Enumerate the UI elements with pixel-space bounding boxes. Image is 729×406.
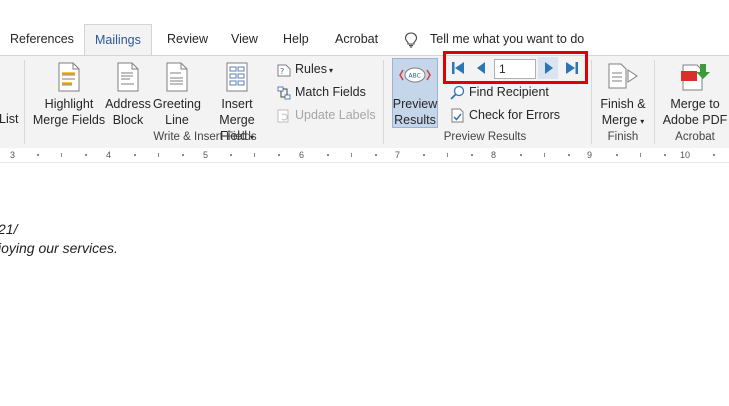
greeting-label-2: Line bbox=[165, 113, 189, 127]
ruler-number: 5 bbox=[203, 150, 209, 160]
preview-group-label: Preview Results bbox=[443, 131, 527, 143]
svg-text:?: ? bbox=[280, 67, 284, 76]
highlight-merge-fields-icon bbox=[58, 62, 80, 92]
tab-references[interactable]: References bbox=[10, 24, 74, 55]
ruler-number: 6 bbox=[299, 150, 305, 160]
ruler-tick bbox=[158, 153, 159, 157]
acrobat-group-label: Acrobat bbox=[675, 131, 715, 143]
check-errors-label: Check for Errors bbox=[469, 108, 560, 122]
ruler-number: 10 bbox=[680, 150, 691, 160]
ribbon-tab-bar: References Mailings Review View Help Acr… bbox=[0, 0, 729, 56]
update-labels-icon bbox=[277, 109, 289, 123]
document-area[interactable]: 21/ joying our services. bbox=[0, 163, 729, 406]
rules-icon: ? bbox=[277, 64, 291, 77]
match-fields-icon bbox=[277, 86, 291, 100]
ruler-tick bbox=[616, 154, 618, 156]
ruler-tick bbox=[351, 153, 352, 157]
ruler-tick bbox=[713, 154, 715, 156]
abc-glyph: ABC bbox=[409, 73, 421, 80]
check-errors-button[interactable]: Check for Errors bbox=[450, 106, 560, 124]
tab-mailings[interactable]: Mailings bbox=[84, 24, 152, 56]
finish-merge-button[interactable]: Finish & Merge ▾ bbox=[597, 96, 649, 130]
ruler-number: 9 bbox=[587, 150, 593, 160]
ruler-tick bbox=[37, 154, 39, 156]
tab-view[interactable]: View bbox=[231, 24, 258, 55]
ruler-tick bbox=[423, 154, 425, 156]
ruler-number: 8 bbox=[491, 150, 497, 160]
ribbon-panel: List Highlight Merge Fields Address Bloc… bbox=[0, 55, 729, 149]
insert-merge-field-icon bbox=[226, 62, 248, 92]
finish-label-2: Merge bbox=[601, 113, 638, 127]
ruler-tick bbox=[568, 154, 570, 156]
match-fields-button[interactable]: Match Fields bbox=[277, 83, 366, 101]
tab-review[interactable]: Review bbox=[167, 24, 208, 55]
match-fields-label: Match Fields bbox=[295, 85, 366, 99]
ruler-tick bbox=[254, 153, 255, 157]
find-recipient-icon bbox=[450, 86, 465, 100]
lightbulb-icon bbox=[404, 32, 418, 48]
ruler-tick bbox=[664, 154, 666, 156]
document-text-line-2: joying our services. bbox=[0, 240, 118, 256]
ruler-number: 4 bbox=[106, 150, 112, 160]
greeting-label-1: Greeting bbox=[153, 97, 201, 111]
rules-button[interactable]: ? Rules ▾ bbox=[277, 60, 333, 80]
preview-results-icon: ABC bbox=[399, 67, 431, 83]
ruler-tick bbox=[134, 154, 136, 156]
address-block-button[interactable]: Address Block bbox=[104, 96, 152, 128]
group-divider bbox=[654, 60, 655, 144]
highlight-label-2: Merge Fields bbox=[32, 113, 106, 127]
dropdown-arrow-icon: ▾ bbox=[328, 66, 333, 75]
update-labels-button[interactable]: Update Labels bbox=[277, 106, 376, 124]
preview-results-button[interactable]: ABC Preview Results bbox=[392, 58, 438, 128]
group-divider bbox=[591, 60, 592, 144]
ruler-tick bbox=[520, 154, 522, 156]
ruler-tick bbox=[85, 154, 87, 156]
find-recipient-label: Find Recipient bbox=[469, 85, 549, 99]
ruler-tick bbox=[230, 154, 232, 156]
finish-merge-icon bbox=[608, 63, 638, 89]
ruler-tick bbox=[61, 153, 62, 157]
ruler-tick bbox=[471, 154, 473, 156]
ruler-tick bbox=[640, 153, 641, 157]
ruler-tick bbox=[447, 153, 448, 157]
merge-to-adobe-pdf-button[interactable]: Merge to Adobe PDF bbox=[662, 96, 728, 128]
insert-merge-label-1: Insert Merge bbox=[219, 97, 255, 127]
address-label-1: Address bbox=[105, 97, 151, 111]
greeting-line-icon bbox=[166, 62, 188, 92]
group-divider bbox=[383, 60, 384, 144]
merge-pdf-label-1: Merge to bbox=[670, 97, 720, 111]
address-label-2: Block bbox=[112, 113, 144, 127]
preview-label-1: Preview bbox=[392, 97, 438, 111]
find-recipient-button[interactable]: Find Recipient bbox=[450, 83, 549, 101]
ruler-tick bbox=[182, 154, 184, 156]
ruler-number: 7 bbox=[395, 150, 401, 160]
list-fragment-label[interactable]: List bbox=[0, 111, 18, 127]
check-errors-icon bbox=[451, 108, 464, 123]
address-block-icon bbox=[117, 62, 139, 92]
preview-label-2: Results bbox=[394, 113, 436, 127]
update-labels-label: Update Labels bbox=[295, 108, 376, 122]
finish-label-1: Finish & bbox=[600, 97, 646, 111]
greeting-line-button[interactable]: Greeting Line bbox=[152, 96, 202, 128]
write-insert-group-label: Write & Insert Fields bbox=[153, 131, 257, 143]
highlight-label-1: Highlight bbox=[44, 97, 94, 111]
ruler-number: 3 bbox=[10, 150, 16, 160]
tab-help[interactable]: Help bbox=[283, 24, 309, 55]
ruler-tick bbox=[327, 154, 329, 156]
tab-acrobat[interactable]: Acrobat bbox=[335, 24, 378, 55]
tell-me-text: Tell me what you want to do bbox=[430, 32, 585, 46]
rules-label: Rules bbox=[295, 62, 327, 76]
record-navigation-highlight bbox=[443, 51, 588, 84]
dropdown-arrow-icon: ▾ bbox=[640, 117, 645, 126]
horizontal-ruler: 3 4 5 6 7 8 9 10 bbox=[0, 148, 729, 163]
document-text-line-1: 21/ bbox=[0, 221, 18, 237]
ruler-tick bbox=[375, 154, 377, 156]
finish-group-label: Finish bbox=[607, 131, 639, 143]
merge-to-adobe-pdf-icon bbox=[681, 64, 710, 91]
ruler-tick bbox=[278, 154, 280, 156]
highlight-merge-fields-button[interactable]: Highlight Merge Fields bbox=[32, 96, 106, 128]
merge-pdf-label-2: Adobe PDF bbox=[662, 113, 728, 127]
ruler-tick bbox=[544, 153, 545, 157]
group-divider bbox=[24, 60, 25, 144]
